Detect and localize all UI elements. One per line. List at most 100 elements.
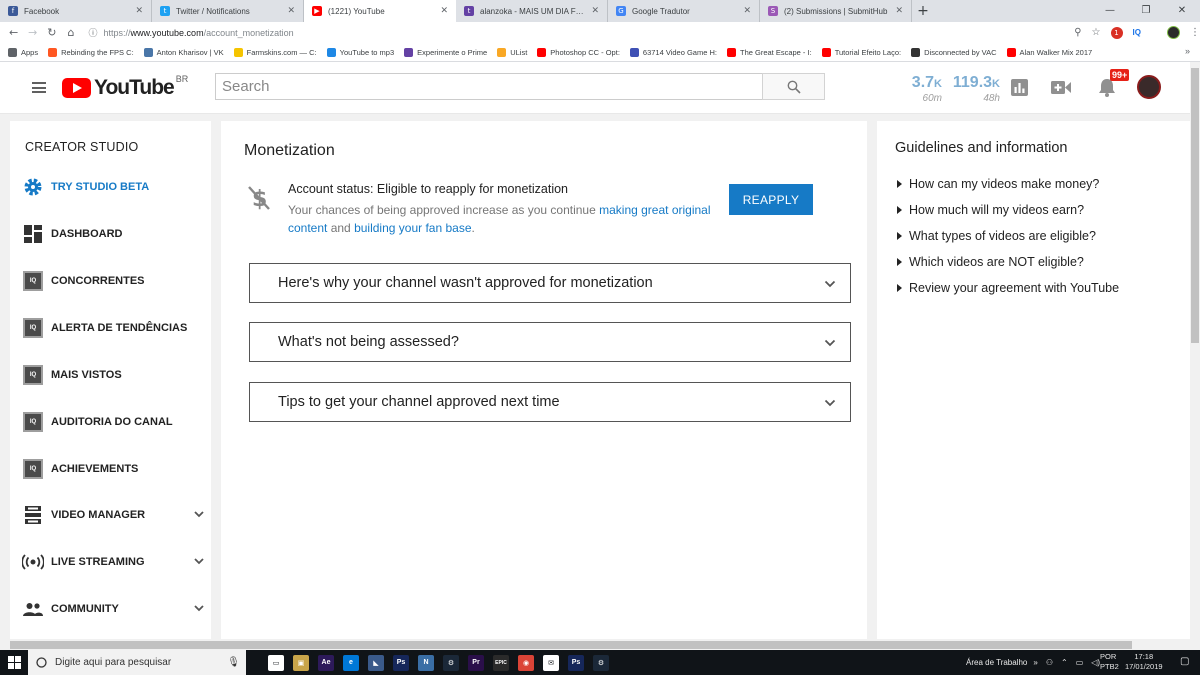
input-language[interactable]: POR PTB2 — [1100, 652, 1119, 672]
search-input[interactable]: Search — [215, 73, 763, 100]
close-tab-icon[interactable]: ✕ — [591, 6, 599, 16]
guideline-link-eligible[interactable]: What types of videos are eligible? — [897, 229, 1096, 243]
photoshop-2-icon[interactable]: Ps — [568, 654, 584, 671]
windows-start-icon[interactable] — [0, 650, 28, 675]
browser-tab-facebook[interactable]: f Facebook ✕ — [0, 0, 152, 22]
taskbar-clock[interactable]: 17:18 17/01/2019 — [1125, 652, 1163, 672]
close-tab-icon[interactable]: ✕ — [135, 6, 143, 16]
accordion-tips[interactable]: Tips to get your channel approved next t… — [249, 382, 851, 422]
sidebar-item-mais-vistos[interactable]: IQ MAIS VISTOS — [22, 363, 207, 387]
search-button[interactable] — [762, 73, 825, 100]
store-icon[interactable]: ▣ — [293, 654, 309, 671]
vidiq-extension-icon[interactable]: IQ — [1133, 28, 1141, 37]
epic-icon[interactable]: EPIC — [493, 654, 509, 671]
steam-icon[interactable]: ⚙ — [443, 654, 459, 671]
steam-2-icon[interactable]: ⚙ — [593, 654, 609, 671]
more-bookmarks-icon[interactable]: » — [1185, 46, 1190, 56]
browser-tab-google-translate[interactable]: G Google Tradutor ✕ — [608, 0, 760, 22]
bookmark-item[interactable]: 63714 Video Game H: — [629, 47, 717, 57]
bookmark-apps[interactable]: Apps — [8, 47, 38, 57]
profile-avatar[interactable] — [1166, 26, 1180, 39]
new-tab-button[interactable]: + — [912, 0, 934, 22]
bookmark-item[interactable]: Rebinding the FPS C: — [48, 47, 134, 57]
close-window-icon[interactable]: ✕ — [1164, 0, 1200, 20]
close-tab-icon[interactable]: ✕ — [440, 6, 448, 16]
chevron-down-icon[interactable] — [193, 602, 205, 614]
notification-center-icon[interactable]: ▢ — [1180, 656, 1189, 667]
sidebar-item-try-studio-beta[interactable]: TRY STUDIO BETA — [22, 175, 207, 199]
bookmark-star-icon[interactable]: ☆ — [1092, 27, 1101, 38]
building-fan-base-link[interactable]: building your fan base — [354, 221, 471, 235]
tray-chevron-up-icon[interactable]: ⌃ — [1061, 658, 1068, 667]
browser-tab-youtube[interactable]: ▶ (1221) YouTube ✕ — [304, 0, 456, 22]
views-stat-48h[interactable]: 119.3K 48h — [946, 74, 1000, 104]
bookmark-item[interactable]: Tutorial Efeito Laço: — [821, 47, 901, 57]
scrollbar-thumb[interactable] — [10, 641, 1132, 649]
chrome-icon[interactable]: ◉ — [518, 654, 534, 671]
volume-icon[interactable]: ◁) — [1091, 658, 1100, 667]
views-stat-60m[interactable]: 3.7K 60m — [904, 74, 942, 104]
home-icon[interactable]: ⌂ — [61, 26, 80, 39]
guideline-link-agreement[interactable]: Review your agreement with YouTube — [897, 281, 1119, 295]
sidebar-item-auditoria-do-canal[interactable]: IQ AUDITORIA DO CANAL — [22, 410, 207, 434]
sidebar-item-community[interactable]: COMMUNITY — [22, 597, 207, 621]
bookmark-item[interactable]: Anton Kharisov | VK — [143, 47, 224, 57]
app-n-icon[interactable]: N — [418, 654, 434, 671]
task-view-icon[interactable]: ▭ — [268, 654, 284, 671]
url-field[interactable]: ⓘ https://www.youtube.com/account_moneti… — [89, 24, 1065, 41]
bookmark-item[interactable]: YouTube to mp3 — [326, 47, 394, 57]
network-icon[interactable]: ▭ — [1076, 658, 1084, 667]
guideline-link-not-eligible[interactable]: Which videos are NOT eligible? — [897, 255, 1084, 269]
taskbar-search-input[interactable]: Digite aqui para pesquisar 🎙 — [28, 650, 246, 675]
guideline-link-make-money[interactable]: How can my videos make money? — [897, 177, 1099, 191]
bookmark-item[interactable]: Farmskins.com — C: — [233, 47, 317, 57]
guideline-link-earnings[interactable]: How much will my videos earn? — [897, 203, 1084, 217]
sidebar-item-alerta-de-tendencias[interactable]: IQ ALERTA DE TENDÊNCIAS — [22, 316, 207, 340]
bookmark-item[interactable]: Disconnected by VAC — [911, 47, 997, 57]
sidebar-item-video-manager[interactable]: VIDEO MANAGER — [22, 503, 207, 527]
bookmark-item[interactable]: Photoshop CC - Opt: — [537, 47, 620, 57]
sidebar-item-live-streaming[interactable]: LIVE STREAMING — [22, 550, 207, 574]
sidebar-item-concorrentes[interactable]: IQ CONCORRENTES — [22, 269, 207, 293]
scrollbar-thumb[interactable] — [1191, 68, 1199, 343]
restore-icon[interactable]: ❐ — [1128, 0, 1164, 20]
forward-icon[interactable]: → — [23, 26, 42, 39]
chevron-down-icon[interactable] — [193, 508, 205, 520]
vertical-scrollbar[interactable] — [1190, 62, 1200, 640]
after-effects-icon[interactable]: Ae — [318, 654, 334, 671]
minimize-icon[interactable]: — — [1092, 0, 1128, 20]
sidebar-item-achievements[interactable]: IQ ACHIEVEMENTS — [22, 457, 207, 481]
hamburger-menu-icon[interactable] — [32, 82, 46, 93]
info-icon[interactable]: ⓘ — [89, 26, 98, 39]
browser-tab-submithub[interactable]: S (2) Submissions | SubmitHub ✕ — [760, 0, 912, 22]
analytics-bar-icon[interactable] — [1011, 79, 1028, 96]
photoshop-icon[interactable]: Ps — [393, 654, 409, 671]
desktop-toolbar-label[interactable]: Área de Trabalho — [966, 658, 1027, 667]
zoom-icon[interactable]: ⚲ — [1074, 27, 1081, 38]
chevron-down-icon[interactable] — [193, 555, 205, 567]
premiere-icon[interactable]: Pr — [468, 654, 484, 671]
horizontal-scrollbar[interactable] — [0, 640, 1200, 650]
mail-icon[interactable]: ✉ — [543, 654, 559, 671]
close-tab-icon[interactable]: ✕ — [287, 6, 295, 16]
sublime-icon[interactable]: ◣ — [368, 654, 384, 671]
browser-tab-twitter[interactable]: t Twitter / Notifications ✕ — [152, 0, 304, 22]
bookmark-item[interactable]: The Great Escape - I: — [726, 47, 812, 57]
extension-badge-icon[interactable]: 1 — [1110, 26, 1123, 39]
accordion-not-assessed[interactable]: What's not being assessed? — [249, 322, 851, 362]
reapply-button[interactable]: REAPPLY — [729, 184, 813, 215]
close-tab-icon[interactable]: ✕ — [895, 6, 903, 16]
sidebar-item-dashboard[interactable]: DASHBOARD — [22, 222, 207, 246]
microphone-icon[interactable]: 🎙 — [227, 657, 240, 668]
channel-avatar[interactable] — [1137, 75, 1161, 99]
reload-icon[interactable]: ↻ — [42, 26, 61, 39]
back-icon[interactable]: ← — [4, 26, 23, 39]
youtube-logo[interactable]: YouTube BR — [62, 74, 188, 100]
close-tab-icon[interactable]: ✕ — [743, 6, 751, 16]
bookmark-item[interactable]: Experimente o Prime — [404, 47, 487, 57]
menu-dots-icon[interactable]: ⋮ — [1190, 27, 1200, 38]
toolbar-more-icon[interactable]: » — [1033, 658, 1037, 667]
bookmark-item[interactable]: UList — [497, 47, 527, 57]
edge-icon[interactable]: e — [343, 654, 359, 671]
people-icon[interactable]: ⚇ — [1046, 658, 1053, 667]
